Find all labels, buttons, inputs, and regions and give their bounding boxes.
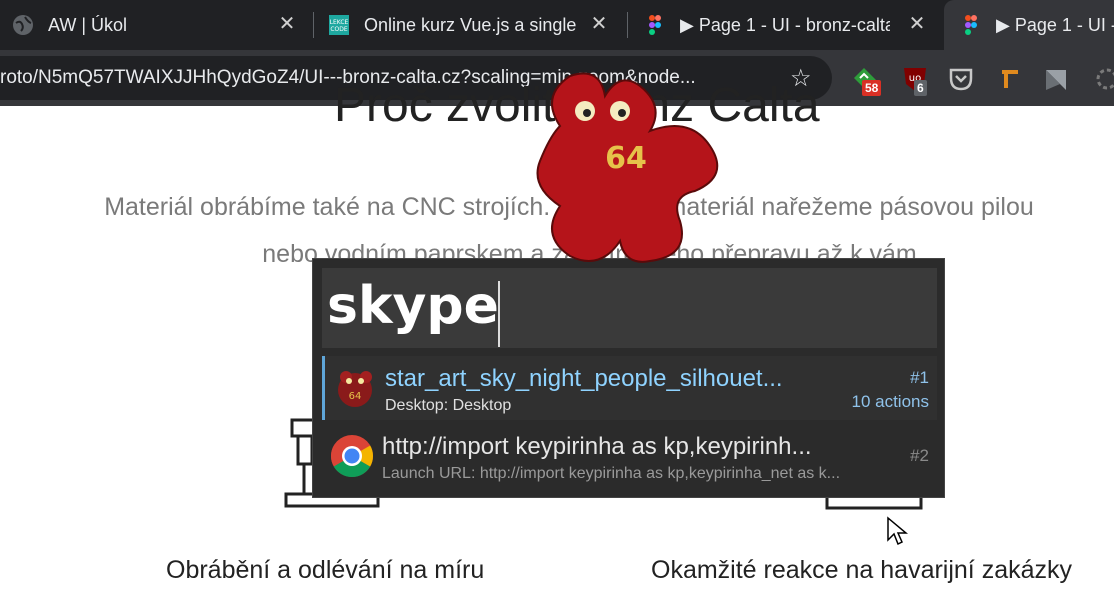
result-subtitle: Launch URL: http://import keypirinha as … — [382, 465, 841, 482]
tab-divider — [627, 12, 628, 38]
orange-extension-icon[interactable] — [996, 64, 1026, 94]
mouse-cursor-icon — [887, 516, 908, 546]
extension-badge: 6 — [914, 80, 927, 96]
result-subtitle: Desktop: Desktop — [385, 397, 512, 414]
globe-icon — [13, 15, 33, 35]
text-caret — [498, 281, 500, 347]
launcher-result-item[interactable]: http://import keypirinha as kp,keypirinh… — [325, 424, 937, 488]
tab-title: Online kurz Vue.js a single p — [364, 14, 576, 35]
tab-divider — [313, 12, 314, 38]
launcher-search-box[interactable]: skype — [322, 268, 937, 348]
tab-figma-page-1[interactable]: ▶ Page 1 - UI - bronz-calta ✕ — [644, 0, 942, 50]
svg-text:64: 64 — [349, 391, 362, 402]
close-tab-icon[interactable]: ✕ — [906, 13, 928, 35]
ublock-icon[interactable]: uo 6 — [900, 64, 930, 96]
close-tab-icon[interactable]: ✕ — [276, 13, 298, 35]
extension-partial-icon[interactable] — [1092, 64, 1114, 94]
irfanview-mascot-icon: 64 — [536, 72, 719, 263]
result-actions-count[interactable]: 10 actions — [852, 392, 930, 412]
tab-title: ▶ Page 1 - UI - bronz-calta — [680, 14, 890, 35]
launcher-result-item[interactable]: 64 star_art_sky_night_people_silhouet...… — [322, 356, 937, 420]
feature-title-machining: Obrábění a odlévání na míru — [166, 556, 485, 584]
chrome-icon — [330, 435, 374, 477]
tab-figma-page-1-active[interactable]: ▶ Page 1 - UI - — [944, 0, 1114, 50]
tab-title: ▶ Page 1 - UI - — [996, 14, 1114, 35]
launcher-window: skype 64 star_art_sky_night_people_silho… — [312, 258, 945, 498]
close-tab-icon[interactable]: ✕ — [588, 13, 610, 35]
result-rank: #1 — [910, 368, 929, 387]
tab-aw-ukol[interactable]: AW | Úkol ✕ — [12, 0, 312, 50]
browser-tabstrip: AW | Úkol ✕ LEKCE CODE Online kurz Vue.j… — [0, 0, 1114, 50]
figma-icon — [649, 15, 661, 35]
feedly-icon[interactable] — [1042, 64, 1072, 94]
irfanview-icon: 64 — [338, 371, 372, 407]
result-rank: #2 — [910, 446, 929, 465]
extension-green-icon[interactable]: 58 — [850, 64, 882, 96]
tab-title: AW | Úkol — [48, 14, 128, 35]
extension-badge: 58 — [862, 80, 882, 96]
result-title: http://import keypirinha as kp,keypirinh… — [382, 433, 812, 460]
mascot-label: 64 — [605, 141, 647, 176]
feature-title-emergency: Okamžité reakce na havarijní zakázky — [651, 556, 1073, 584]
svg-text:CODE: CODE — [330, 26, 348, 33]
tab-vue-course[interactable]: LEKCE CODE Online kurz Vue.js a single p… — [328, 0, 624, 50]
svg-text:LEKCE: LEKCE — [330, 19, 349, 26]
pocket-icon[interactable] — [946, 64, 976, 94]
figma-icon — [965, 15, 977, 35]
result-title: star_art_sky_night_people_silhouet... — [385, 365, 783, 392]
launcher-query-text[interactable]: skype — [327, 276, 499, 336]
lekce-icon: LEKCE CODE — [329, 15, 349, 35]
